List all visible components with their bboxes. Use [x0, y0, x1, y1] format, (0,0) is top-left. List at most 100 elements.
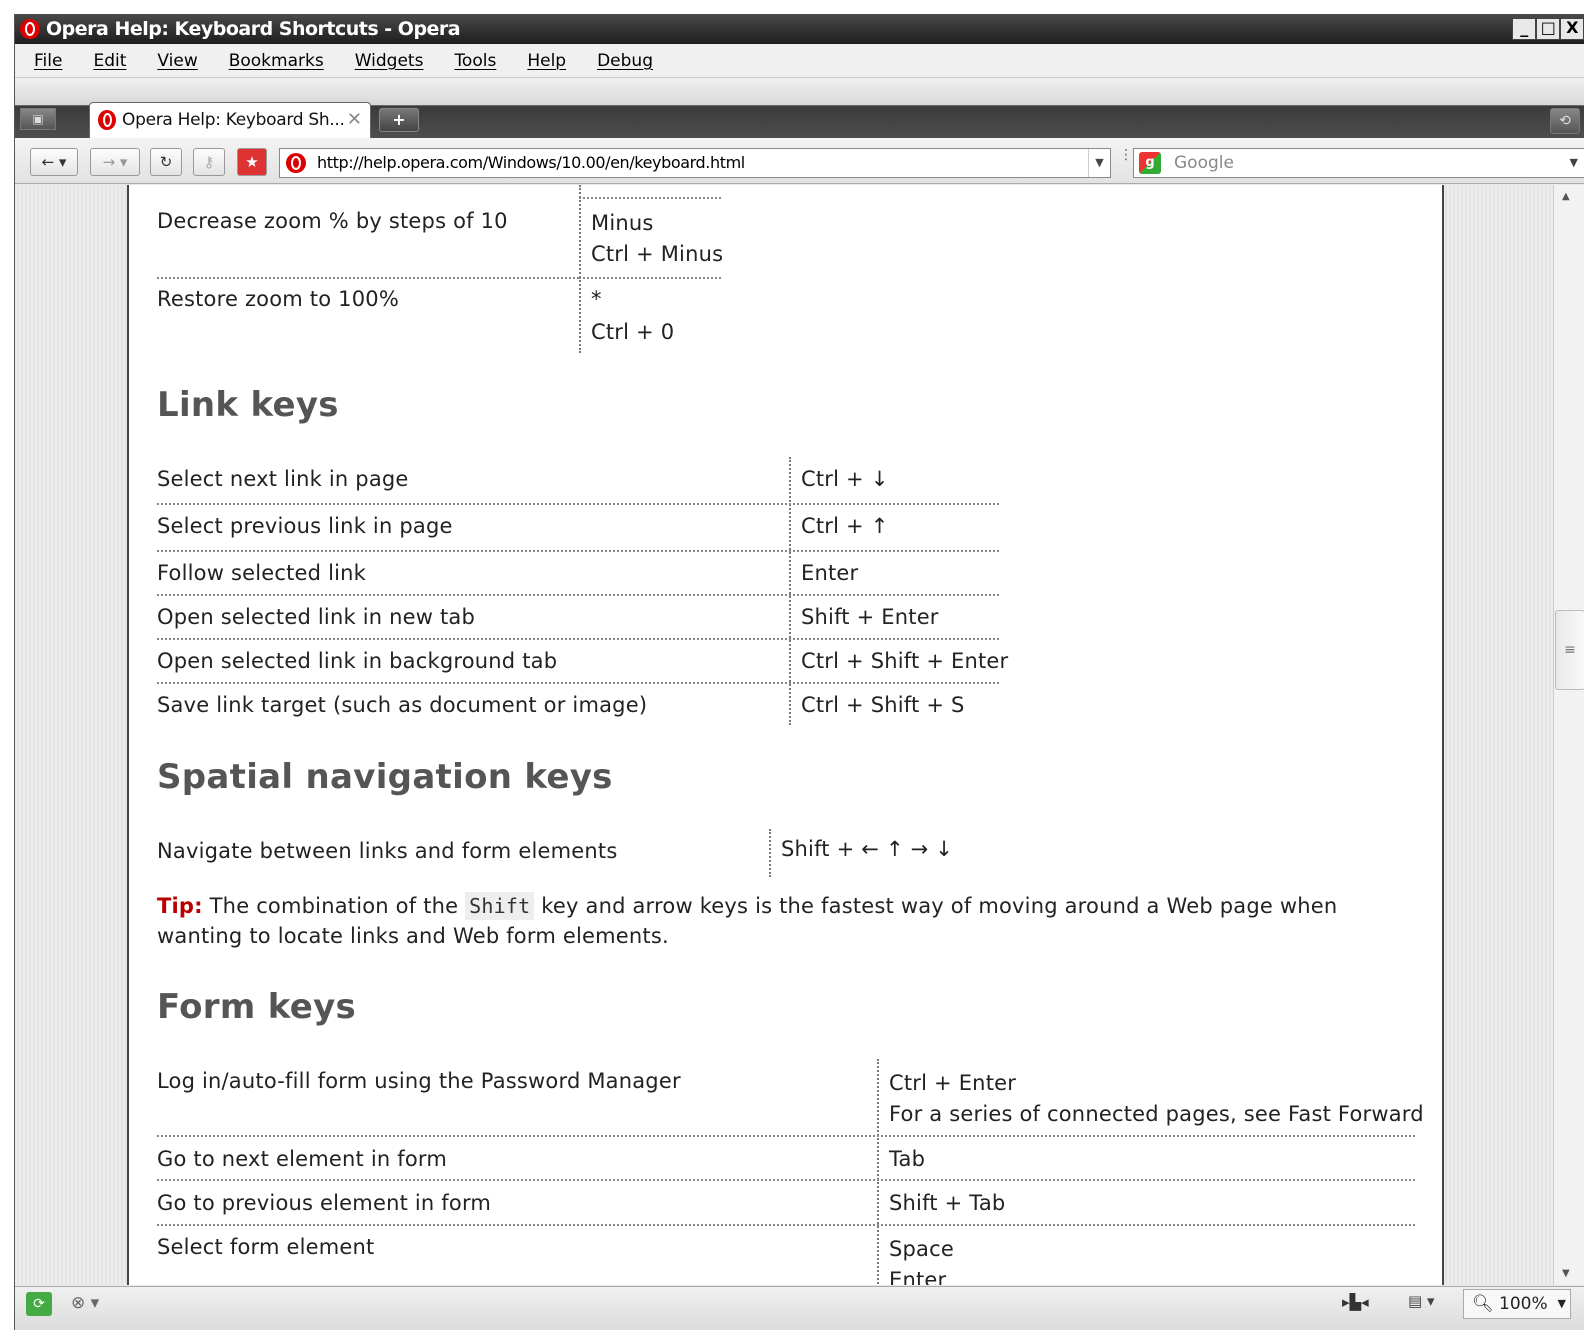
tab-label: Opera Help: Keyboard Sh...	[122, 110, 345, 130]
search-dropdown-icon[interactable]: ▼	[1570, 149, 1578, 177]
row-divider	[579, 197, 721, 199]
page-viewport: Decrease zoom % by steps of 10 Minus Ctr…	[15, 185, 1553, 1285]
zoom-key: Ctrl + Minus	[591, 242, 724, 266]
zoom-control[interactable]: 🔍︎ 100% ▼	[1463, 1289, 1571, 1319]
view-mode-icon[interactable]: ▤ ▾	[1408, 1292, 1434, 1310]
column-divider	[877, 1059, 879, 1285]
row-divider	[157, 277, 579, 279]
section-heading: Link keys	[157, 385, 339, 425]
row-divider	[157, 1179, 1415, 1181]
menu-bookmarks[interactable]: Bookmarks	[229, 51, 324, 71]
reload-icon[interactable]: ↻	[150, 148, 182, 176]
column-divider	[769, 829, 771, 877]
forward-button[interactable]: → ▾	[90, 148, 140, 176]
shortcut-keys: Ctrl + ↑	[801, 514, 889, 538]
trash-closed-tabs-icon[interactable]: ⟲	[1550, 108, 1580, 134]
row-divider	[157, 503, 999, 505]
tab-bar: ▣ Opera Help: Keyboard Sh... ✕ + ⟲	[15, 78, 1584, 138]
zoom-key: Ctrl + 0	[591, 320, 675, 344]
toolbar-grip-icon[interactable]: ⋮	[1119, 148, 1133, 174]
menu-debug[interactable]: Debug	[597, 51, 653, 71]
shortcut-keys: Ctrl + Shift + Enter	[801, 649, 1009, 673]
shortcut-keys: For a series of connected pages, see Fas…	[889, 1102, 1424, 1126]
shortcut-action: Select previous link in page	[157, 514, 453, 538]
row-divider	[157, 550, 999, 552]
menu-edit[interactable]: Edit	[93, 51, 126, 71]
shortcut-keys: Enter	[801, 561, 859, 585]
tip-text-before: The combination of the	[209, 894, 459, 918]
address-url: http://help.opera.com/Windows/10.00/en/k…	[317, 153, 745, 172]
new-tab-button[interactable]: +	[379, 108, 419, 132]
scroll-up-icon[interactable]: ▲	[1562, 191, 1570, 202]
back-button[interactable]: ← ▾	[30, 148, 78, 176]
section-heading: Form keys	[157, 987, 357, 1027]
shortcut-action: Open selected link in background tab	[157, 649, 558, 673]
shortcut-action: Go to previous element in form	[157, 1191, 492, 1215]
column-divider	[789, 457, 791, 725]
shortcut-keys: Shift + Tab	[889, 1191, 1006, 1215]
navigation-toolbar: ← ▾ → ▾ ↻ ⚷ ★ http://help.opera.com/Wind…	[15, 138, 1584, 184]
status-bar: ⟳ ⊗ ▾ ▸▙◂ ▤ ▾ 🔍︎ 100% ▼	[15, 1286, 1584, 1330]
menu-view[interactable]: View	[157, 51, 197, 71]
shortcut-action: Navigate between links and form elements	[157, 839, 618, 863]
maximize-button[interactable]: □	[1536, 18, 1560, 40]
wand-icon[interactable]: ⚷	[193, 148, 225, 176]
tip-code: Shift	[465, 892, 535, 920]
menu-help[interactable]: Help	[527, 51, 566, 71]
shortcut-keys: Ctrl + Enter	[889, 1071, 1017, 1095]
panel-toggle-icon[interactable]: ▣	[20, 108, 56, 130]
zoom-action: Decrease zoom % by steps of 10	[157, 209, 508, 233]
google-icon[interactable]: g	[1139, 152, 1161, 174]
shortcut-keys: Shift + ← ↑ → ↓	[781, 837, 954, 861]
row-divider	[157, 1224, 1415, 1226]
shortcut-keys: Tab	[889, 1147, 926, 1171]
shortcut-action: Select next link in page	[157, 467, 409, 491]
row-divider	[157, 1135, 1415, 1137]
address-bar[interactable]: http://help.opera.com/Windows/10.00/en/k…	[279, 148, 1111, 178]
zoom-action: Restore zoom to 100%	[157, 287, 400, 311]
shortcut-action: Log in/auto-fill form using the Password…	[157, 1069, 681, 1093]
speed-dial-icon[interactable]: ▸▙◂	[1342, 1293, 1369, 1311]
row-divider	[157, 594, 999, 596]
search-placeholder: Google	[1174, 153, 1234, 173]
bookmark-icon[interactable]: ★	[237, 148, 267, 176]
scroll-down-icon[interactable]: ▼	[1562, 1268, 1570, 1279]
shortcut-action: Follow selected link	[157, 561, 367, 585]
search-field[interactable]: g Google ▼	[1133, 148, 1584, 178]
help-page: Decrease zoom % by steps of 10 Minus Ctr…	[127, 185, 1444, 1285]
vertical-scrollbar[interactable]: ▲ ≡ ▼	[1553, 185, 1584, 1285]
menu-file[interactable]: File	[34, 51, 62, 71]
section-heading: Spatial navigation keys	[157, 757, 613, 797]
shortcut-action: Select form element	[157, 1235, 375, 1259]
browser-window: Opera Help: Keyboard Shortcuts - Opera _…	[14, 14, 1584, 1330]
row-divider	[579, 277, 721, 279]
shortcut-action: Go to next element in form	[157, 1147, 448, 1171]
shortcut-action: Save link target (such as document or im…	[157, 693, 648, 717]
opera-logo-icon	[20, 19, 40, 39]
zoom-icon: 🔍︎	[1472, 1294, 1499, 1314]
scrollbar-thumb[interactable]: ≡	[1555, 610, 1584, 690]
close-tab-icon[interactable]: ✕	[347, 103, 362, 137]
shortcut-keys: Ctrl + Shift + S	[801, 693, 965, 717]
address-dropdown-icon[interactable]: ▼	[1088, 149, 1110, 177]
menu-widgets[interactable]: Widgets	[355, 51, 424, 71]
shortcut-keys: Enter	[889, 1268, 947, 1285]
zoom-key: Minus	[591, 211, 654, 235]
shortcut-keys: Ctrl + ↓	[801, 467, 889, 491]
row-divider	[157, 638, 999, 640]
site-opera-icon	[286, 153, 306, 173]
tab-keyboard-shortcuts[interactable]: Opera Help: Keyboard Sh... ✕	[89, 102, 371, 138]
turbo-icon[interactable]: ⊗ ▾	[71, 1293, 99, 1313]
tip-label: Tip:	[157, 894, 203, 918]
close-button[interactable]: X	[1560, 18, 1584, 40]
menu-bar: File Edit View Bookmarks Widgets Tools H…	[15, 44, 1584, 78]
window-title: Opera Help: Keyboard Shortcuts - Opera	[46, 18, 461, 40]
minimize-button[interactable]: _	[1512, 18, 1536, 40]
zoom-dropdown-icon[interactable]: ▼	[1558, 1290, 1566, 1318]
opera-unite-icon[interactable]: ⟳	[26, 1292, 52, 1316]
zoom-key: *	[591, 287, 602, 311]
menu-tools[interactable]: Tools	[454, 51, 496, 71]
column-divider	[579, 185, 581, 353]
row-divider	[157, 682, 999, 684]
opera-tab-icon	[98, 110, 116, 130]
